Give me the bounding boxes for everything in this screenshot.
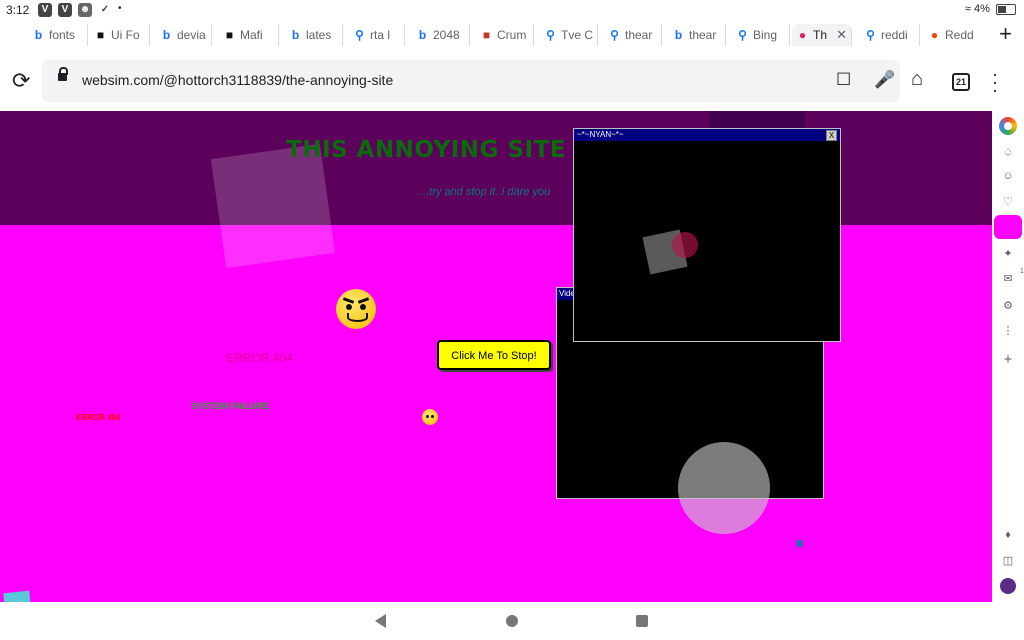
- battery-icon: [996, 3, 1016, 15]
- tab-thear-bing[interactable]: b thear: [668, 24, 726, 46]
- tab-latest[interactable]: b lates: [285, 24, 343, 46]
- bing-icon: b: [291, 28, 300, 42]
- profile-icon[interactable]: ☺: [1000, 170, 1016, 182]
- tab-2048[interactable]: b 2048: [412, 24, 470, 46]
- heart-icon[interactable]: ♡: [1000, 195, 1016, 208]
- tab-bing[interactable]: ⚲ Bing: [732, 24, 790, 46]
- home-icon[interactable]: ⌂: [911, 68, 923, 91]
- add-panel-icon[interactable]: +: [1000, 351, 1016, 368]
- reload-icon[interactable]: ⟳: [12, 68, 30, 94]
- tab-crumble[interactable]: ■ Crum: [476, 24, 534, 46]
- search-icon: ⚲: [866, 28, 875, 42]
- header-band: [0, 111, 992, 225]
- search-icon: ⚲: [610, 28, 619, 42]
- floating-dot: [796, 540, 803, 547]
- close-popup-button[interactable]: X: [826, 130, 837, 141]
- site-favicon-icon: ■: [482, 28, 491, 42]
- tab-reddit[interactable]: ● Redd: [924, 24, 976, 46]
- puzzle-icon[interactable]: ✦: [1000, 247, 1016, 260]
- browser-toolbar: ⟳ websim.com/@hottorch3118839/the-annoyi…: [0, 56, 1024, 106]
- reddit-icon: ●: [930, 28, 939, 42]
- tab-tve[interactable]: ⚲ Tve C: [540, 24, 598, 46]
- status-bar: 3:12 V V ☻ ✓ • ≈ 4%: [0, 0, 1024, 20]
- bing-icon: b: [34, 28, 43, 42]
- settings-icon[interactable]: ⚙: [1000, 299, 1016, 312]
- search-icon: ⚲: [355, 28, 364, 42]
- diamond-icon[interactable]: ♦: [1000, 529, 1016, 541]
- tab-deviantart[interactable]: b devia: [156, 24, 212, 46]
- site-favicon-icon: ■: [225, 28, 234, 42]
- websim-favicon-icon: ●: [798, 28, 807, 42]
- page-subtitle: ...try and stop it. I dare you: [420, 186, 551, 198]
- recents-icon[interactable]: [636, 615, 648, 627]
- more-notifications-dot: •: [118, 3, 122, 14]
- face-eye: [360, 304, 366, 310]
- active-panel-item[interactable]: [994, 215, 1022, 239]
- sidebar-toggle-icon[interactable]: ◫: [1000, 554, 1016, 567]
- tab-rta[interactable]: ⚲ rta l: [349, 24, 405, 46]
- nyan-popup-window[interactable]: ~*~NYAN~*~ X: [573, 128, 841, 342]
- clock: 3:12: [6, 3, 30, 17]
- nyan-popup-title: ~*~NYAN~*~: [577, 130, 624, 139]
- back-icon[interactable]: [375, 614, 386, 628]
- error-text: ERROR 404: [76, 413, 121, 422]
- reddit-notification-icon: ☻: [78, 3, 92, 17]
- angry-face-icon: [336, 289, 376, 329]
- wifi-icon: ≈: [964, 3, 971, 15]
- bing-icon: b: [162, 28, 171, 42]
- system-failure-text: SYSTEM FAILURE: [191, 401, 270, 411]
- battery-percent: 4%: [974, 3, 990, 15]
- site-favicon-icon: ■: [96, 28, 105, 42]
- face-eye: [426, 415, 429, 418]
- bing-icon: b: [418, 28, 427, 42]
- side-panel-rail: ♤ ☺ ♡ ✦ ✉ 1 ⚙ ⋮ + ♦ ◫: [992, 111, 1024, 602]
- check-notification-icon: ✓: [100, 4, 110, 15]
- face-mouth: [347, 313, 368, 322]
- floating-circle: [678, 442, 770, 534]
- bell-icon[interactable]: ♤: [1000, 146, 1016, 159]
- tab-thear-search[interactable]: ⚲ thear: [604, 24, 662, 46]
- face-eye: [431, 415, 434, 418]
- tab-the-annoying-site[interactable]: ● Th ✕: [792, 24, 852, 46]
- more-icon[interactable]: ⋮: [1000, 324, 1016, 337]
- lock-icon: [58, 67, 68, 81]
- bookmark-icon[interactable]: ☐: [836, 70, 851, 90]
- page-title: THIS ANNOYING SITE W: [286, 137, 601, 163]
- nyan-popup-titlebar: ~*~NYAN~*~ X: [574, 129, 840, 141]
- microphone-icon[interactable]: 🎤: [874, 70, 895, 90]
- new-tab-button[interactable]: +: [999, 22, 1012, 46]
- home-nav-icon[interactable]: [506, 615, 518, 627]
- search-icon: ⚲: [738, 28, 747, 42]
- floating-square: [3, 590, 31, 602]
- tab-fonts[interactable]: b fonts: [28, 24, 88, 46]
- face-brow: [342, 297, 355, 304]
- close-tab-icon[interactable]: ✕: [836, 24, 847, 46]
- tab-switcher-button[interactable]: 21: [952, 73, 970, 91]
- browser-logo-icon[interactable]: [999, 117, 1017, 135]
- url-text[interactable]: websim.com/@hottorch3118839/the-annoying…: [82, 72, 393, 88]
- face-brow: [357, 297, 370, 304]
- menu-icon[interactable]: · · ·: [992, 65, 998, 99]
- vivaldi-notification-icon: V: [58, 3, 72, 17]
- tab-strip: b fonts ■ Ui Fo b devia ■ Mafi b lates ⚲ rta l…: [0, 22, 1024, 48]
- tab-reddit-search[interactable]: ⚲ reddi: [860, 24, 920, 46]
- angry-face-icon: [422, 409, 438, 425]
- bing-icon: b: [674, 28, 683, 42]
- tab-mafia[interactable]: ■ Mafi: [219, 24, 279, 46]
- vivaldi-notification-icon: V: [38, 3, 52, 17]
- floating-dot: [672, 232, 698, 258]
- click-me-to-stop-button[interactable]: Click Me To Stop!: [437, 340, 551, 370]
- search-icon: ⚲: [546, 28, 555, 42]
- web-page: THIS ANNOYING SITE W ...try and stop it.…: [0, 111, 992, 602]
- galaxy-logo-icon[interactable]: [1000, 578, 1016, 594]
- error-text: ERROR 404: [226, 351, 293, 365]
- face-eye: [346, 304, 352, 310]
- system-status: ≈ 4%: [965, 3, 1016, 15]
- android-nav-bar: [0, 602, 1024, 640]
- address-bar[interactable]: websim.com/@hottorch3118839/the-annoying…: [42, 60, 900, 102]
- chat-badge: 1: [1020, 268, 1024, 275]
- tab-ui-fonts[interactable]: ■ Ui Fo: [90, 24, 150, 46]
